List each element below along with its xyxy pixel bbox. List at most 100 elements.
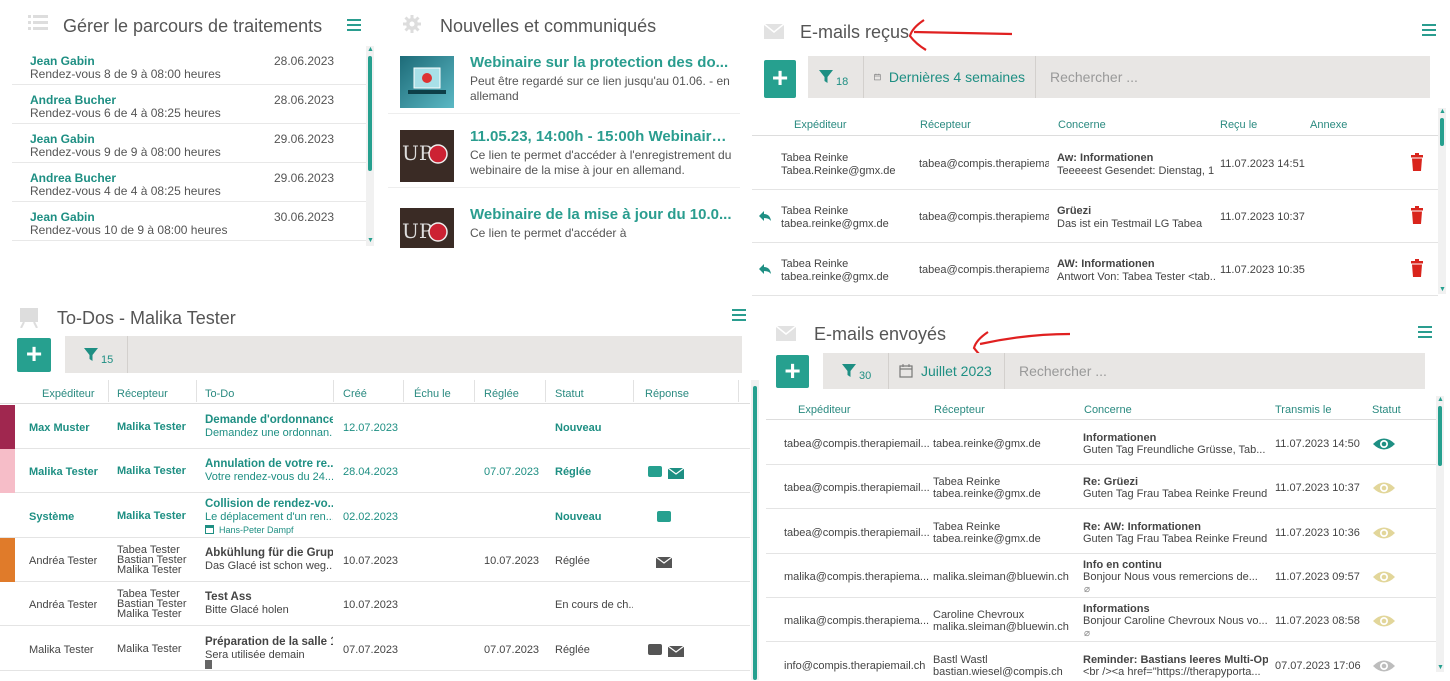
todo-row[interactable]: Malika Tester Malika Tester Préparation de… bbox=[0, 627, 750, 671]
trash-icon[interactable] bbox=[1411, 259, 1423, 277]
column-header[interactable]: Statut bbox=[1372, 404, 1401, 416]
chat-icon[interactable] bbox=[648, 466, 662, 478]
column-header[interactable]: Expéditeur bbox=[794, 119, 847, 131]
mail-icon[interactable] bbox=[655, 555, 673, 568]
news-item[interactable]: UP 11.05.23, 14:00h - 15:00h Webinaire..… bbox=[388, 124, 740, 188]
chat-icon[interactable] bbox=[657, 510, 671, 522]
email-row[interactable]: Tabea Reinke Tabea.Reinke@gmx.de tabea@com… bbox=[752, 137, 1438, 190]
news-title[interactable]: Webinaire sur la protection des do... bbox=[470, 54, 732, 71]
column-header[interactable]: To-Do bbox=[205, 388, 234, 400]
scrollbar[interactable]: ▲ ▼ bbox=[1436, 396, 1444, 672]
news-title[interactable]: Webinaire de la mise à jour du 10.0... bbox=[470, 206, 732, 223]
todo-row[interactable]: Max Muster Malika Tester Demande d'ordonna… bbox=[0, 405, 750, 449]
menu-icon[interactable] bbox=[1418, 326, 1432, 338]
todo-title: Préparation de la salle 1 bbox=[205, 635, 333, 648]
column-header[interactable]: Échu le bbox=[414, 388, 451, 400]
preview: Das ist ein Testmail LG Tabea bbox=[1057, 218, 1203, 230]
column-header[interactable]: Transmis le bbox=[1275, 404, 1331, 416]
email-row[interactable]: malika@compis.therapiema... malika.sleima… bbox=[766, 554, 1436, 598]
column-header[interactable]: Réponse bbox=[645, 388, 689, 400]
column-header[interactable]: Statut bbox=[555, 388, 584, 400]
period-select[interactable]: Dernières 4 semaines bbox=[864, 56, 1036, 98]
column-header[interactable]: Concerne bbox=[1058, 119, 1106, 131]
sender-name: Tabea Reinke bbox=[781, 258, 849, 270]
column-header[interactable]: Récepteur bbox=[920, 119, 971, 131]
sent-date: 11.07.2023 09:57 bbox=[1275, 570, 1360, 583]
trash-icon[interactable] bbox=[1411, 153, 1423, 171]
column-header[interactable]: Expéditeur bbox=[798, 404, 851, 416]
todo-row[interactable]: Malika Tester Malika Tester Annulation de … bbox=[0, 449, 750, 494]
subject: Re: Grüezi bbox=[1083, 476, 1139, 489]
filter-button[interactable]: 30 bbox=[823, 353, 889, 389]
filter-button[interactable]: 15 bbox=[65, 336, 128, 373]
received-emails-panel: E-mails reçus + 18 Dernières 4 semaines … bbox=[752, 0, 1450, 300]
mail-icon[interactable] bbox=[667, 466, 685, 480]
email-row[interactable]: Tabea Reinke tabea.reinke@gmx.de tabea@com… bbox=[752, 243, 1438, 296]
email-row[interactable]: info@compis.therapiemail.ch Bastl Wastl ba… bbox=[766, 643, 1436, 681]
eye-icon[interactable] bbox=[1372, 570, 1395, 583]
email-row[interactable]: tabea@compis.therapiemail... tabea.reinke… bbox=[766, 421, 1436, 465]
chat-icon[interactable] bbox=[648, 643, 662, 655]
search-input[interactable]: Rechercher ... bbox=[1005, 353, 1421, 389]
trash-icon[interactable] bbox=[1411, 206, 1423, 224]
column-header[interactable]: Créé bbox=[343, 388, 367, 400]
subject: Informationen bbox=[1083, 432, 1157, 444]
email-row[interactable]: tabea@compis.therapiemail... Tabea Reinke… bbox=[766, 510, 1436, 554]
eye-icon[interactable] bbox=[1372, 614, 1395, 627]
appointment-item[interactable]: Jean Gabin Rendez-vous 8 de 9 à 08:00 heu… bbox=[12, 46, 367, 85]
scrollbar[interactable]: ▲ ▼ bbox=[1438, 108, 1446, 294]
menu-icon[interactable] bbox=[1422, 24, 1436, 36]
add-button[interactable]: + bbox=[776, 355, 809, 388]
eye-icon[interactable] bbox=[1372, 481, 1395, 494]
column-header[interactable]: Récepteur bbox=[117, 388, 168, 400]
received-date: 11.07.2023 10:35 bbox=[1220, 264, 1305, 276]
menu-icon[interactable] bbox=[732, 309, 746, 321]
period-select[interactable]: Juillet 2023 bbox=[889, 353, 1005, 389]
filter-icon bbox=[819, 70, 833, 83]
toolbar: 15 bbox=[65, 336, 742, 373]
scrollbar[interactable] bbox=[751, 380, 759, 680]
todo-row[interactable]: Système Malika Tester Collision de rendez-… bbox=[0, 494, 750, 538]
appointment-item[interactable]: Andrea Bucher Rendez-vous 6 de 4 à 08:25 … bbox=[12, 85, 367, 124]
filter-button[interactable]: 18 bbox=[808, 56, 864, 98]
email-row[interactable]: Tabea Reinke tabea.reinke@gmx.de tabea@com… bbox=[752, 190, 1438, 243]
created-date: 10.07.2023 bbox=[343, 554, 399, 567]
appointment-item[interactable]: Jean Gabin Rendez-vous 9 de 9 à 08:00 heu… bbox=[12, 124, 367, 163]
add-button[interactable]: + bbox=[764, 60, 796, 98]
column-header[interactable]: Récepteur bbox=[934, 404, 985, 416]
subject: Reminder: Bastians leeres Multi-Op... bbox=[1083, 653, 1268, 666]
news-title[interactable]: 11.05.23, 14:00h - 15:00h Webinaire... bbox=[470, 128, 732, 145]
search-input[interactable]: Rechercher ... bbox=[1036, 56, 1426, 98]
add-button[interactable]: + bbox=[17, 338, 51, 372]
email-row[interactable]: malika@compis.therapiema... Caroline Chev… bbox=[766, 598, 1436, 643]
status: Réglée bbox=[555, 554, 590, 567]
column-header[interactable]: Concerne bbox=[1084, 404, 1132, 416]
eye-icon[interactable] bbox=[1372, 437, 1395, 450]
menu-icon[interactable] bbox=[347, 19, 361, 31]
appointment-item[interactable]: Andrea Bucher Rendez-vous 4 de 4 à 08:25 … bbox=[12, 163, 367, 202]
scrollbar[interactable]: ▲ ▼ bbox=[366, 46, 374, 246]
column-header[interactable]: Réglée bbox=[484, 388, 519, 400]
news-item[interactable]: Webinaire sur la protection des do... Pe… bbox=[388, 50, 740, 114]
news-thumbnail: UP bbox=[400, 130, 454, 182]
email-row[interactable]: tabea@compis.therapiemail... Tabea Reinke… bbox=[766, 465, 1436, 510]
column-header[interactable]: Annexe bbox=[1310, 119, 1347, 131]
recipient: Bastl Wastl bbox=[933, 653, 988, 666]
appointment-item[interactable]: Jean Gabin Rendez-vous 10 de 9 à 08:00 he… bbox=[12, 202, 367, 241]
eye-icon[interactable] bbox=[1372, 526, 1395, 539]
eye-icon[interactable] bbox=[1372, 659, 1395, 671]
mail-icon[interactable] bbox=[667, 644, 685, 657]
svg-text:UP: UP bbox=[402, 141, 432, 165]
settled-date: 07.07.2023 bbox=[484, 466, 540, 479]
column-header[interactable]: Expéditeur bbox=[42, 388, 95, 400]
todo-text: Sera utilisée demain bbox=[205, 648, 305, 661]
column-header[interactable]: Reçu le bbox=[1220, 119, 1257, 131]
patient-name: Andrea Bucher bbox=[30, 93, 117, 107]
todo-row[interactable]: Andréa Tester Tabea Tester Bastian Tester M… bbox=[0, 582, 750, 627]
preview: Guten Tag Frau Tabea Reinke Freund... bbox=[1083, 532, 1268, 545]
status: En cours de ch... bbox=[555, 599, 633, 612]
todo-row[interactable]: Andréa Tester Tabea Tester Bastian Tester M… bbox=[0, 537, 750, 582]
news-item[interactable]: UP Webinaire de la mise à jour du 10.0..… bbox=[388, 202, 740, 248]
todo-text: Bitte Glacé holen bbox=[205, 604, 289, 617]
sent-emails-panel: E-mails envoyés + 30 Juillet 2023 Recher… bbox=[766, 310, 1450, 681]
